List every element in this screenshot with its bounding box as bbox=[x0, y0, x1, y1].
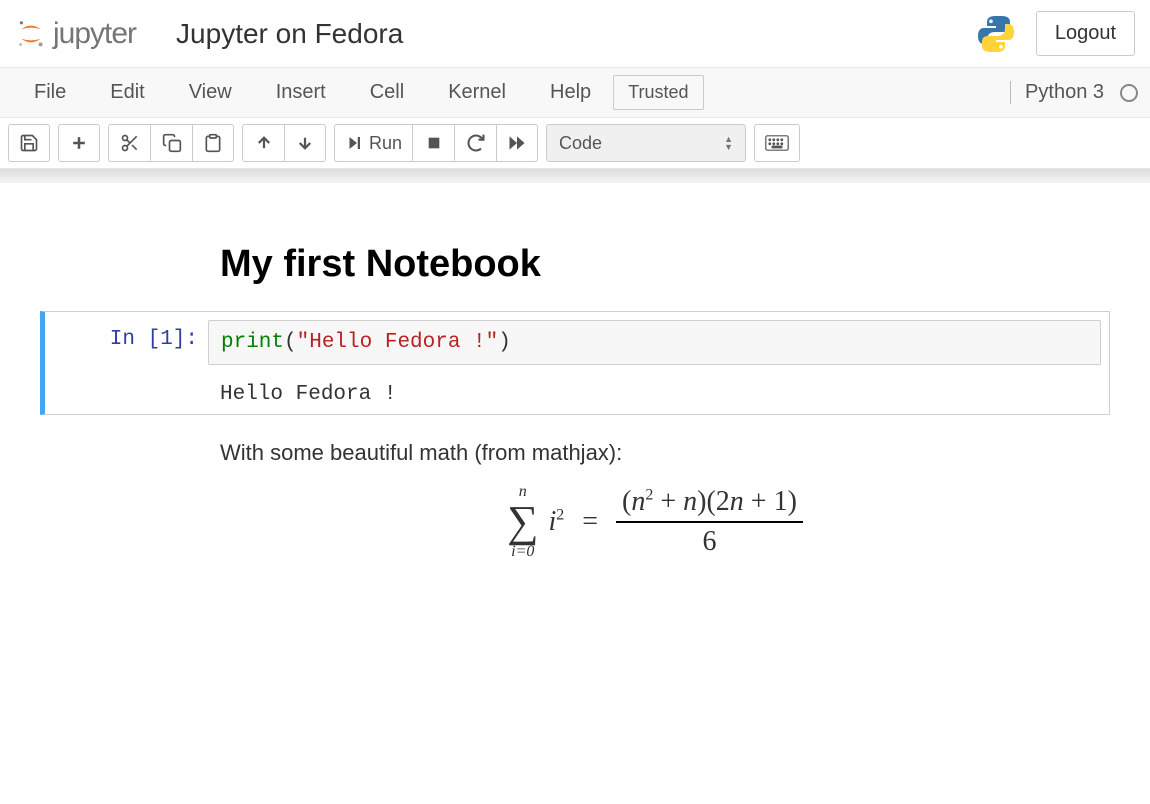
logo-area: jupyter bbox=[15, 17, 136, 51]
fast-forward-icon bbox=[507, 133, 527, 153]
run-group: Run bbox=[334, 124, 538, 162]
arrow-down-icon bbox=[296, 134, 314, 152]
input-prompt: In [1]: bbox=[53, 320, 208, 351]
menubar: File Edit View Insert Cell Kernel Help T… bbox=[0, 68, 1150, 118]
scissors-icon bbox=[120, 133, 140, 153]
fraction-denominator: 6 bbox=[702, 523, 716, 558]
stop-button[interactable] bbox=[412, 124, 454, 162]
move-down-button[interactable] bbox=[284, 124, 326, 162]
celltype-select[interactable]: Code ▲▼ bbox=[546, 124, 746, 162]
markdown-cell-heading[interactable]: My first Notebook bbox=[220, 243, 1090, 286]
add-cell-button[interactable] bbox=[58, 124, 100, 162]
run-button-label: Run bbox=[369, 133, 402, 154]
sigma-icon: ∑ bbox=[507, 500, 538, 544]
toolbar-shadow bbox=[0, 169, 1150, 183]
python-logo-icon bbox=[976, 14, 1016, 54]
arrow-up-icon bbox=[255, 134, 273, 152]
code-output-row: Hello Fedora ! bbox=[53, 383, 1101, 406]
menu-view[interactable]: View bbox=[167, 73, 254, 112]
celltype-value: Code bbox=[559, 133, 602, 154]
menu-kernel[interactable]: Kernel bbox=[426, 73, 528, 112]
menu-edit[interactable]: Edit bbox=[88, 73, 166, 112]
save-icon bbox=[19, 133, 39, 153]
fraction: (n2 + n)(2n + 1) 6 bbox=[616, 486, 803, 558]
paste-button[interactable] bbox=[192, 124, 234, 162]
run-button[interactable]: Run bbox=[334, 124, 412, 162]
clipboard-group bbox=[108, 124, 234, 162]
sum-symbol: n ∑ i=0 bbox=[507, 484, 538, 560]
heading-text: My first Notebook bbox=[220, 243, 1090, 286]
notebook-container: My first Notebook In [1]: print("Hello F… bbox=[0, 183, 1150, 600]
jupyter-logo-text: jupyter bbox=[53, 17, 136, 51]
toolbar: Run Code ▲▼ bbox=[0, 118, 1150, 169]
jupyter-logo-icon bbox=[15, 18, 47, 50]
sum-body-exp: 2 bbox=[556, 507, 564, 524]
kernel-name-label[interactable]: Python 3 bbox=[1010, 81, 1104, 104]
cut-button[interactable] bbox=[108, 124, 150, 162]
trusted-badge[interactable]: Trusted bbox=[613, 75, 703, 110]
header: jupyter Jupyter on Fedora Logout bbox=[0, 0, 1150, 68]
sum-body: i2 bbox=[548, 506, 564, 538]
math-intro-text: With some beautiful math (from mathjax): bbox=[220, 440, 1090, 466]
markdown-cell-math[interactable]: With some beautiful math (from mathjax):… bbox=[220, 440, 1090, 560]
code-token-close: ) bbox=[498, 331, 511, 354]
keyboard-icon bbox=[765, 135, 789, 151]
select-arrows-icon: ▲▼ bbox=[724, 135, 733, 151]
fraction-numerator: (n2 + n)(2n + 1) bbox=[616, 486, 803, 523]
logout-button[interactable]: Logout bbox=[1036, 11, 1135, 56]
code-cell[interactable]: In [1]: print("Hello Fedora !") Hello Fe… bbox=[40, 311, 1110, 415]
restart-icon bbox=[466, 133, 486, 153]
code-token-str: "Hello Fedora !" bbox=[297, 331, 499, 354]
menu-insert[interactable]: Insert bbox=[254, 73, 348, 112]
code-output-text: Hello Fedora ! bbox=[208, 383, 396, 406]
code-input-row: In [1]: print("Hello Fedora !") bbox=[53, 320, 1101, 365]
output-prompt bbox=[53, 383, 208, 406]
paste-icon bbox=[203, 133, 223, 153]
code-token-open: ( bbox=[284, 331, 297, 354]
copy-button[interactable] bbox=[150, 124, 192, 162]
restart-button[interactable] bbox=[454, 124, 496, 162]
equals-sign: = bbox=[582, 506, 598, 538]
code-input-area[interactable]: print("Hello Fedora !") bbox=[208, 320, 1101, 365]
move-up-button[interactable] bbox=[242, 124, 284, 162]
math-formula: n ∑ i=0 i2 = (n2 + n)(2n + 1) 6 bbox=[220, 484, 1090, 560]
run-all-button[interactable] bbox=[496, 124, 538, 162]
plus-icon bbox=[69, 133, 89, 153]
stop-icon bbox=[426, 135, 442, 151]
menu-help[interactable]: Help bbox=[528, 73, 613, 112]
menu-file[interactable]: File bbox=[12, 73, 88, 112]
kernel-status-icon bbox=[1120, 84, 1138, 102]
code-token-fn: print bbox=[221, 331, 284, 354]
sum-lower-limit: i=0 bbox=[511, 544, 534, 560]
play-step-icon bbox=[345, 134, 363, 152]
copy-icon bbox=[162, 133, 182, 153]
move-group bbox=[242, 124, 326, 162]
save-button[interactable] bbox=[8, 124, 50, 162]
menu-cell[interactable]: Cell bbox=[348, 73, 426, 112]
command-palette-button[interactable] bbox=[754, 124, 800, 162]
notebook-title[interactable]: Jupyter on Fedora bbox=[176, 18, 403, 50]
